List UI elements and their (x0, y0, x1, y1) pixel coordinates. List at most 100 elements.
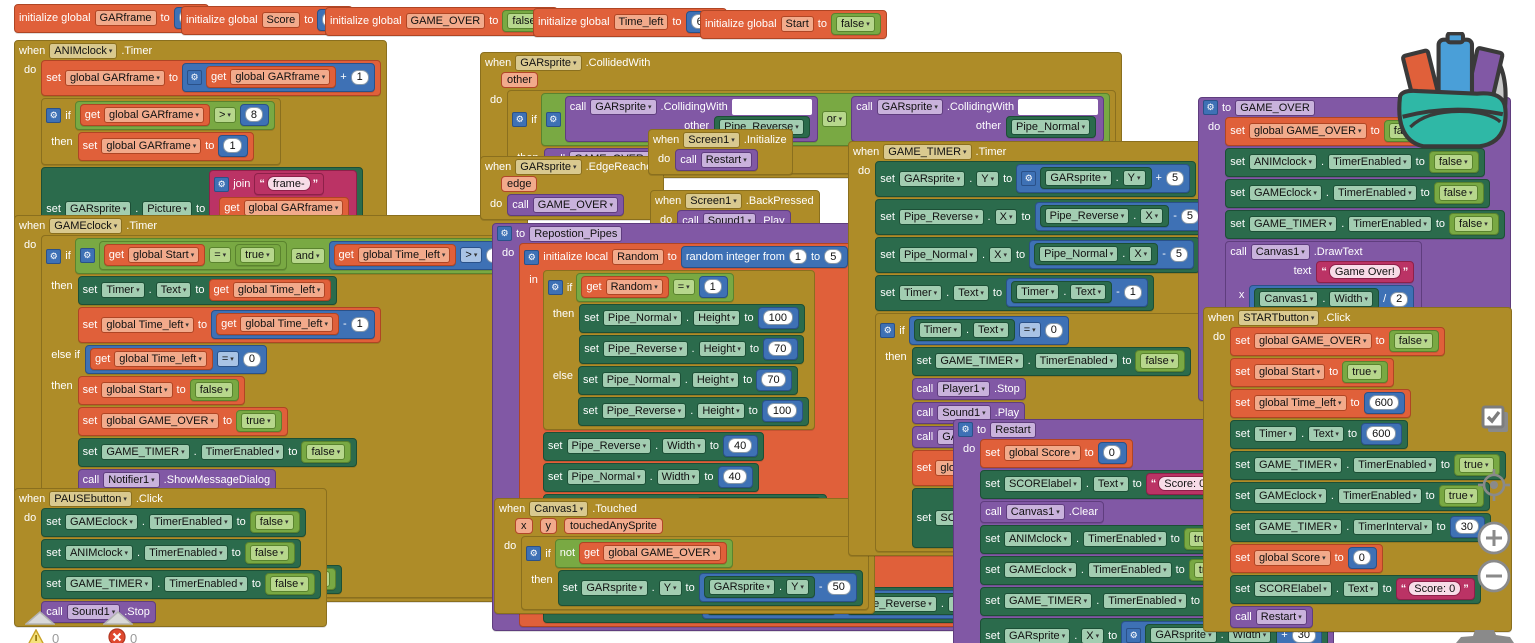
ai-block[interactable]: false▾ (1434, 182, 1484, 204)
mutator-gear-icon[interactable]: ⚙ (214, 177, 229, 192)
block-stack-init-time-left[interactable]: initialize globalTime_leftto60 (533, 8, 727, 37)
ai-block[interactable]: setGARsprite▾.Y▾toGARsprite▾.Y▾-50 (558, 570, 863, 606)
zoom-in-button[interactable] (1476, 520, 1512, 556)
block-dropdown[interactable]: Restart▾ (701, 152, 752, 168)
ai-block[interactable]: setglobal GARframe▾to⚙getglobal GARframe… (41, 60, 381, 96)
ai-block[interactable]: setGARsprite▾.Y▾to⚙GARsprite▾.Y▾+5 (875, 161, 1196, 197)
block-dropdown[interactable]: GAME_OVER▾ (533, 197, 618, 213)
block-dropdown[interactable]: GAME_TIMER▾ (1254, 457, 1342, 473)
ai-block[interactable]: 1 (218, 135, 247, 157)
ai-block[interactable]: whenGARsprite▾.EdgeReachededgedocallGAME… (480, 156, 664, 220)
ai-block[interactable]: setGAMEclock▾.TimerEnabled▾tofalse▾ (1225, 179, 1489, 208)
ai-block[interactable]: random integer from1to5 (681, 246, 848, 268)
mutator-gear-icon[interactable]: ⚙ (548, 280, 563, 295)
ai-block[interactable]: getglobal Time_left▾ (334, 244, 457, 266)
block-dropdown[interactable]: Y▾ (976, 171, 999, 187)
ai-block[interactable]: 40 (723, 435, 758, 457)
block-dropdown[interactable]: >▾ (460, 247, 482, 263)
block-dropdown[interactable]: or▾ (822, 111, 847, 127)
ai-block[interactable]: setGAME_TIMER▾.TimerEnabled▾tofalse▾ (912, 347, 1192, 376)
block-field[interactable]: GAME_OVER (406, 13, 486, 29)
ai-block[interactable]: Pipe_Reverse▾.X▾ (1040, 205, 1170, 227)
block-dropdown[interactable]: TimerEnabled▾ (1103, 593, 1187, 609)
ai-block[interactable]: Pipe_Normal▾.X▾-5 (1029, 240, 1194, 269)
block-dropdown[interactable]: Timer▾ (1254, 426, 1297, 442)
ai-block[interactable]: GARsprite▾.Y▾ (704, 576, 815, 598)
ai-block[interactable]: false▾ (1449, 213, 1499, 235)
block-dropdown[interactable]: Height▾ (692, 372, 739, 388)
block-dropdown[interactable]: global GAME_OVER▾ (1254, 333, 1372, 349)
block-dropdown[interactable]: GARsprite▾ (581, 580, 647, 596)
collapse-arrow-icon[interactable] (25, 611, 55, 625)
trash-can-icon[interactable] (1456, 629, 1516, 643)
block-dropdown[interactable]: TimerEnabled▾ (1328, 154, 1412, 170)
block-dropdown[interactable]: STARTbutton▾ (1238, 310, 1319, 326)
mutator-gear-icon[interactable]: ⚙ (497, 226, 512, 241)
block-dropdown[interactable]: Canvas1▾ (529, 501, 588, 517)
ai-block[interactable]: setTimer▾.Text▾to600 (1230, 420, 1408, 449)
ai-block[interactable]: setGAMEclock▾.TimerEnabled▾totrue▾ (980, 556, 1240, 585)
block-dropdown[interactable]: TimerEnabled▾ (1353, 457, 1437, 473)
block-field[interactable]: Repostion_Pipes (529, 226, 622, 242)
block-dropdown[interactable]: Text▾ (1070, 284, 1106, 300)
ai-block[interactable]: ⚙ifnotgetglobal GAME_OVER▾thensetGARspri… (521, 536, 869, 610)
block-dropdown[interactable]: Text▾ (1093, 476, 1129, 492)
ai-block[interactable]: false▾ (250, 511, 300, 533)
block-dropdown[interactable]: >▾ (214, 107, 236, 123)
block-dropdown[interactable]: Y▾ (786, 579, 809, 595)
block-dropdown[interactable]: global Start▾ (128, 247, 199, 263)
block-dropdown[interactable]: Y▾ (1123, 170, 1146, 186)
number-field[interactable]: 5 (1166, 171, 1184, 186)
number-field[interactable]: 5 (1170, 247, 1188, 262)
ai-block[interactable]: setglobal Score▾to0 (980, 439, 1133, 468)
ai-block[interactable]: Pipe_Reverse▾.X▾-5 (1035, 202, 1205, 231)
ai-block[interactable]: getglobal Start▾ (104, 244, 205, 266)
block-dropdown[interactable]: false▾ (1140, 353, 1179, 369)
number-field[interactable]: 2 (1390, 292, 1408, 307)
block-dropdown[interactable]: GAME_TIMER▾ (101, 444, 189, 460)
block-dropdown[interactable]: Pipe_Normal▾ (602, 372, 681, 388)
block-dropdown[interactable]: Random▾ (606, 279, 663, 295)
ai-block[interactable]: setGAMEclock▾.TimerEnabled▾tofalse▾ (41, 508, 305, 537)
ai-block[interactable]: Pipe_Normal▾ (1006, 116, 1096, 138)
ai-block[interactable]: notgetglobal GAME_OVER▾ (555, 539, 733, 568)
number-field[interactable]: 100 (763, 310, 793, 325)
ai-block[interactable]: whenSTARTbutton▾.Clickdosetglobal GAME_O… (1203, 307, 1512, 632)
block-dropdown[interactable]: Height▾ (693, 310, 740, 326)
block-dropdown[interactable]: Screen1▾ (685, 193, 742, 209)
number-field[interactable]: 1 (1124, 285, 1142, 300)
block-dropdown[interactable]: GARsprite▾ (899, 171, 965, 187)
block-dropdown[interactable]: GARsprite▾ (1004, 628, 1070, 643)
block-dropdown[interactable]: Player1▾ (937, 381, 990, 397)
ai-block[interactable]: Timer▾.Text▾-1 (1006, 278, 1148, 307)
param-chip[interactable]: other (501, 72, 538, 88)
mutator-gear-icon[interactable]: ⚙ (880, 323, 895, 338)
block-dropdown[interactable]: GAME_TIMER▾ (1249, 216, 1337, 232)
block-field[interactable]: GAME_OVER (1235, 100, 1315, 116)
block-stack-init-start[interactable]: initialize globalStarttofalse▾ (700, 10, 887, 39)
block-dropdown[interactable]: false▾ (1394, 333, 1433, 349)
ai-block[interactable]: whenCanvas1▾.TouchedxytouchedAnySpritedo… (494, 498, 875, 614)
block-dropdown[interactable]: global Start▾ (1254, 364, 1325, 380)
block-dropdown[interactable]: false▾ (1454, 216, 1493, 232)
ai-block[interactable]: setGAME_TIMER▾.TimerEnabled▾tofalse▾ (78, 438, 358, 467)
number-field[interactable]: 1 (704, 279, 722, 294)
block-dropdown[interactable]: TimerInterval▾ (1353, 519, 1432, 535)
block-dropdown[interactable]: true▾ (1347, 364, 1381, 380)
block-stack-when-pausebutton-click[interactable]: whenPAUSEbutton▾.ClickdosetGAMEclock▾.Ti… (14, 488, 327, 627)
ai-block[interactable]: setTimer▾.Text▾toTimer▾.Text▾-1 (875, 275, 1154, 311)
block-dropdown[interactable]: GAME_TIMER▾ (65, 576, 153, 592)
ai-block[interactable]: callRestart▾ (1230, 606, 1313, 628)
block-dropdown[interactable]: GARsprite▾ (515, 159, 581, 175)
ai-block[interactable]: setPipe_Normal▾.X▾toPipe_Normal▾.X▾-5 (875, 237, 1200, 273)
block-dropdown[interactable]: Notifier1▾ (103, 472, 159, 488)
mutator-gear-icon[interactable]: ⚙ (958, 422, 973, 437)
block-stack-init-game-over[interactable]: initialize globalGAME_OVERtofalse▾ (325, 7, 558, 36)
number-field[interactable]: 0 (1103, 445, 1121, 460)
ai-block[interactable]: 0 (1348, 547, 1377, 569)
block-dropdown[interactable]: X▾ (1081, 628, 1104, 643)
ai-block[interactable]: ⚙ifgetglobal GARframe▾>▾8thensetglobal G… (41, 98, 281, 165)
block-dropdown[interactable]: TimerEnabled▾ (1333, 185, 1417, 201)
ai-block[interactable]: 600 (1361, 423, 1402, 445)
ai-block[interactable]: 40 (718, 466, 753, 488)
